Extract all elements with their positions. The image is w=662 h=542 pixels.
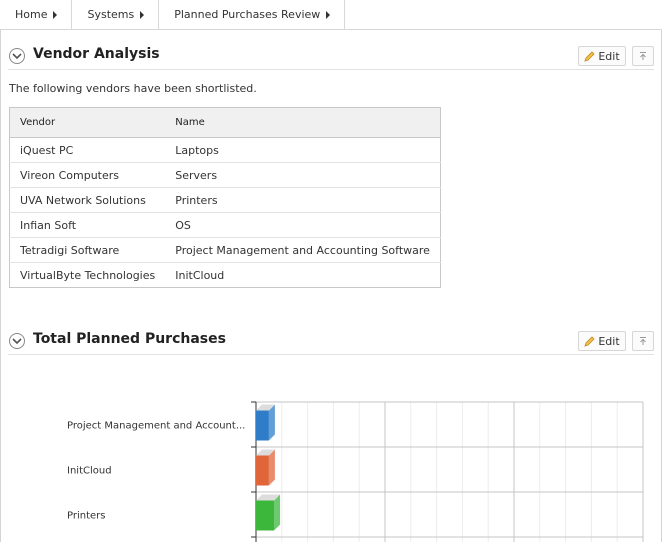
- arrow-up-icon: [640, 52, 646, 60]
- edit-label: Edit: [598, 49, 620, 63]
- breadcrumb-systems[interactable]: Systems: [72, 0, 160, 29]
- total-planned-purchases-header: Total Planned Purchases Edit: [8, 327, 654, 355]
- bar: [256, 455, 269, 486]
- vendor-intro-text: The following vendors have been shortlis…: [9, 82, 257, 95]
- name-cell: OS: [165, 212, 441, 238]
- chevron-right-icon: [140, 10, 145, 19]
- table-row: Tetradigi Software Project Management an…: [9, 237, 441, 263]
- vendor-cell: iQuest PC: [9, 137, 166, 163]
- vendor-table: Vendor Name iQuest PC Laptops Vireon Com…: [9, 107, 441, 288]
- bar: [256, 410, 269, 441]
- region-title: Vendor Analysis: [33, 46, 160, 62]
- breadcrumb-label: Planned Purchases Review: [174, 8, 321, 21]
- collapse-toggle[interactable]: [9, 333, 25, 349]
- bar: [256, 500, 275, 531]
- vendor-cell: Tetradigi Software: [9, 237, 166, 263]
- total-planned-purchases-chart: Project Management and Account... InitClo…: [0, 360, 662, 542]
- edit-button[interactable]: Edit: [578, 46, 626, 66]
- name-cell: InitCloud: [175, 268, 225, 282]
- category-label: Printers: [67, 511, 105, 522]
- name-cell: Project Management and Accounting Softwa…: [165, 237, 441, 263]
- scroll-to-top-button[interactable]: [632, 331, 654, 351]
- pencil-icon: [584, 50, 595, 62]
- table-row: VirtualByte Technologies InitCloud: [10, 263, 441, 288]
- category-label: InitCloud: [67, 466, 112, 477]
- vendor-cell: UVA Network Solutions: [9, 187, 166, 213]
- table-row: UVA Network Solutions Printers: [9, 187, 441, 213]
- table-row: iQuest PC Laptops: [9, 137, 441, 163]
- chevron-down-icon: [12, 53, 22, 60]
- category-label: Project Management and Account...: [67, 421, 245, 432]
- bar-side: [274, 494, 281, 531]
- bar-side: [268, 449, 275, 486]
- arrow-up-icon: [640, 337, 646, 345]
- chevron-right-icon: [326, 10, 331, 19]
- vendor-cell: Infian Soft: [9, 212, 166, 238]
- vendor-cell: Vireon Computers: [9, 162, 166, 188]
- edit-button[interactable]: Edit: [578, 331, 626, 351]
- table-header-row: Vendor Name: [9, 107, 441, 138]
- name-cell: Laptops: [165, 137, 441, 163]
- chevron-right-icon: [53, 10, 58, 19]
- pencil-icon: [584, 335, 595, 347]
- collapse-toggle[interactable]: [9, 48, 25, 64]
- scroll-to-top-button[interactable]: [632, 46, 654, 66]
- edit-label: Edit: [598, 334, 620, 348]
- column-header-vendor[interactable]: Vendor: [9, 107, 166, 138]
- breadcrumb: Home Systems Planned Purchases Review: [0, 0, 662, 30]
- breadcrumb-planned-purchases-review[interactable]: Planned Purchases Review: [159, 0, 346, 29]
- name-cell: Servers: [165, 162, 441, 188]
- chevron-down-icon: [12, 338, 22, 345]
- breadcrumb-label: Home: [15, 8, 48, 21]
- region-title: Total Planned Purchases: [33, 331, 226, 347]
- breadcrumb-home[interactable]: Home: [0, 0, 73, 29]
- bar-side: [268, 404, 275, 441]
- table-row: Infian Soft OS: [9, 212, 441, 238]
- vendor-analysis-header: Vendor Analysis Edit: [8, 42, 654, 70]
- vendor-cell: VirtualByte Technologies: [20, 268, 156, 282]
- table-row: Vireon Computers Servers: [9, 162, 441, 188]
- name-cell: Printers: [165, 187, 441, 213]
- chart-svg: Project Management and Account... InitClo…: [67, 401, 644, 542]
- column-header-name[interactable]: Name: [165, 107, 441, 138]
- breadcrumb-label: Systems: [87, 8, 135, 21]
